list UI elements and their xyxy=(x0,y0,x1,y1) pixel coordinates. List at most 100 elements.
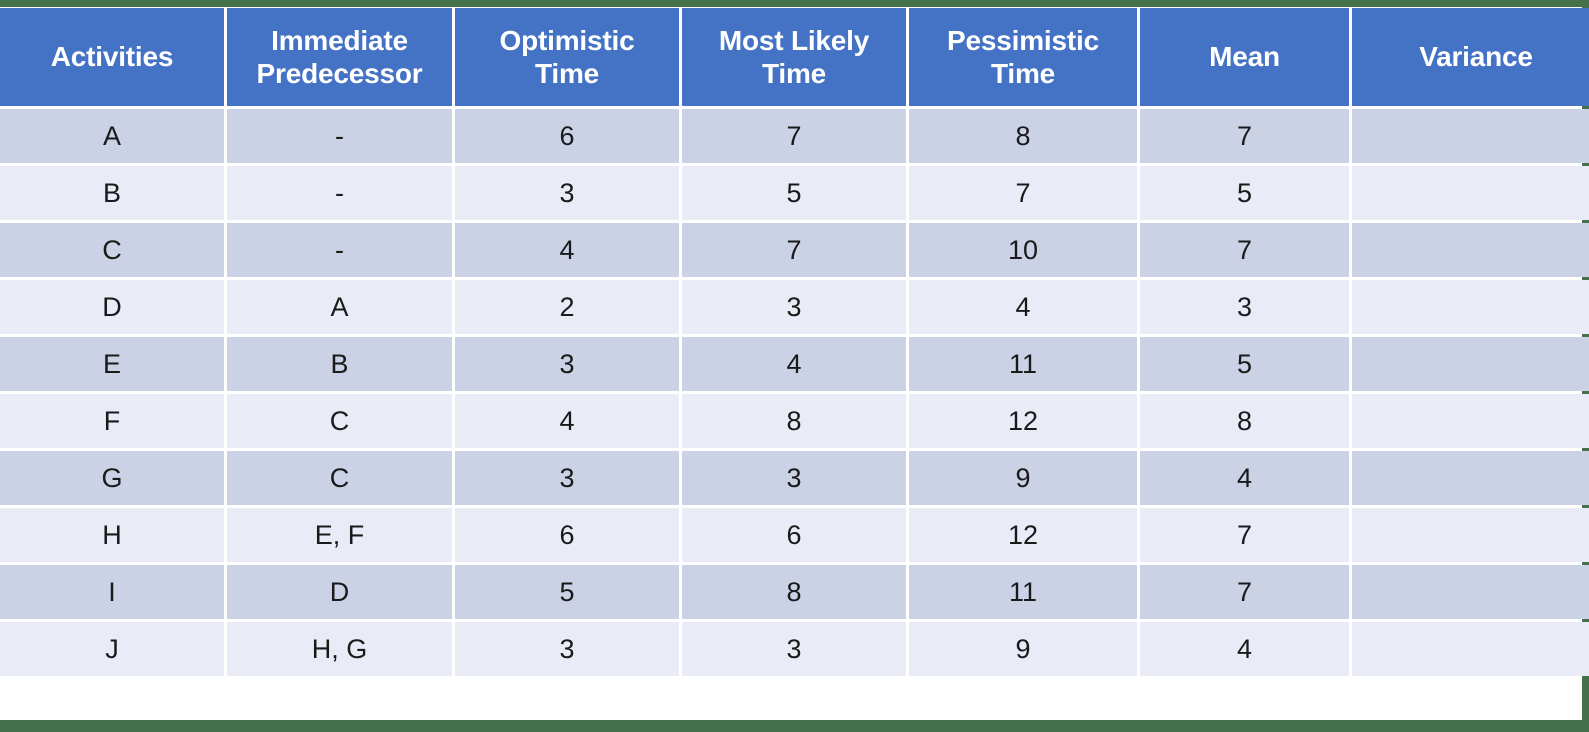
table-row: J H, G3394 xyxy=(0,622,1589,676)
cell-pessimistic: 11 xyxy=(909,565,1137,619)
cell-pessimistic: 9 xyxy=(909,622,1137,676)
cell-variance xyxy=(1352,109,1589,163)
cell-predecessor: - xyxy=(227,223,452,277)
column-header-line: Time xyxy=(761,58,827,89)
table-row: C -4 7 10 7 xyxy=(0,223,1589,277)
cell-mean: 7 xyxy=(1140,223,1349,277)
column-header-optimistic: Optimistic Time xyxy=(455,8,679,106)
table-row: GC3394 xyxy=(0,451,1589,505)
cell-predecessor: E, F xyxy=(227,508,452,562)
cell-activity: F xyxy=(0,394,224,448)
cell-activity: J xyxy=(0,622,224,676)
cell-predecessor: C xyxy=(227,394,452,448)
cell-predecessor: H, G xyxy=(227,622,452,676)
cell-mean: 8 xyxy=(1140,394,1349,448)
cell-optimistic: 6 xyxy=(455,508,679,562)
table-row: A-6787 xyxy=(0,109,1589,163)
cell-activity: I xyxy=(0,565,224,619)
cell-optimistic: 4 xyxy=(455,223,679,277)
cell-mostlikely: 7 xyxy=(682,223,906,277)
column-header-line: Optimistic xyxy=(499,24,635,56)
cell-optimistic: 3 xyxy=(455,451,679,505)
cell-activity: G xyxy=(0,451,224,505)
cell-optimistic: 2 xyxy=(455,280,679,334)
cell-variance xyxy=(1352,394,1589,448)
cell-optimistic: 5 xyxy=(455,565,679,619)
column-header-line: Immediate xyxy=(271,24,408,56)
column-header-variance: Variance xyxy=(1352,8,1589,106)
pert-activity-table: Activities Immediate Predecessor Optimist… xyxy=(0,5,1589,679)
cell-predecessor: - xyxy=(227,109,452,163)
cell-variance xyxy=(1352,337,1589,391)
cell-activity: E xyxy=(0,337,224,391)
cell-predecessor: D xyxy=(227,565,452,619)
table-row: DA2343 xyxy=(0,280,1589,334)
table-page: Activities Immediate Predecessor Optimist… xyxy=(0,0,1589,732)
cell-mean: 4 xyxy=(1140,451,1349,505)
cell-variance xyxy=(1352,280,1589,334)
cell-optimistic: 3 xyxy=(455,337,679,391)
cell-predecessor: - xyxy=(227,166,452,220)
column-header-pessimistic: Pessimistic Time xyxy=(909,8,1137,106)
cell-mean: 7 xyxy=(1140,565,1349,619)
cell-predecessor: B xyxy=(227,337,452,391)
table-row: F C 4 8 12 8 xyxy=(0,394,1589,448)
column-header-most-likely: Most Likely Time xyxy=(682,8,906,106)
cell-predecessor: A xyxy=(227,280,452,334)
cell-mostlikely: 8 xyxy=(682,394,906,448)
column-header-line: Pessimistic xyxy=(947,24,1099,56)
column-header-mean: Mean xyxy=(1140,8,1349,106)
column-header-activities: Activities xyxy=(0,8,224,106)
cell-mostlikely: 3 xyxy=(682,451,906,505)
cell-optimistic: 6 xyxy=(455,109,679,163)
cell-pessimistic: 7 xyxy=(909,166,1137,220)
column-header-line: Variance xyxy=(1419,41,1533,73)
cell-pessimistic: 12 xyxy=(909,508,1137,562)
table-row: E B 3 4 11 5 xyxy=(0,337,1589,391)
cell-variance xyxy=(1352,508,1589,562)
cell-mean: 4 xyxy=(1140,622,1349,676)
cell-optimistic: 4 xyxy=(455,394,679,448)
cell-mean: 7 xyxy=(1140,508,1349,562)
column-header-line: Time xyxy=(534,58,600,89)
cell-mean: 5 xyxy=(1140,337,1349,391)
column-header-line: Time xyxy=(990,58,1056,89)
table-body: A-6787 B-3575 C -4 7 10 7 DA2343 E B 3 4 11 5 FC4… xyxy=(0,109,1589,676)
column-header-line: Predecessor xyxy=(256,58,423,89)
cell-mostlikely: 7 xyxy=(682,109,906,163)
cell-activity: A xyxy=(0,109,224,163)
cell-activity: B xyxy=(0,166,224,220)
cell-mostlikely: 4 xyxy=(682,337,906,391)
column-header-line: Most Likely xyxy=(718,24,870,56)
cell-mean: 3 xyxy=(1140,280,1349,334)
column-header-predecessor: Immediate Predecessor xyxy=(227,8,452,106)
cell-pessimistic: 12 xyxy=(909,394,1137,448)
cell-mean: 7 xyxy=(1140,109,1349,163)
cell-mean: 5 xyxy=(1140,166,1349,220)
table-header: Activities Immediate Predecessor Optimist… xyxy=(0,8,1589,106)
cell-predecessor: C xyxy=(227,451,452,505)
cell-mostlikely: 3 xyxy=(682,280,906,334)
column-header-line: Mean xyxy=(1209,41,1280,73)
cell-mostlikely: 8 xyxy=(682,565,906,619)
cell-activity: C xyxy=(0,223,224,277)
table-row: H E, F 6 6 12 7 xyxy=(0,508,1589,562)
column-header-line: Activities xyxy=(50,41,174,73)
cell-activity: D xyxy=(0,280,224,334)
cell-optimistic: 3 xyxy=(455,166,679,220)
cell-mostlikely: 5 xyxy=(682,166,906,220)
cell-mostlikely: 3 xyxy=(682,622,906,676)
cell-activity: H xyxy=(0,508,224,562)
cell-pessimistic: 9 xyxy=(909,451,1137,505)
table-row: I D 5 8 11 7 xyxy=(0,565,1589,619)
cell-variance xyxy=(1352,451,1589,505)
cell-optimistic: 3 xyxy=(455,622,679,676)
cell-mostlikely: 6 xyxy=(682,508,906,562)
cell-pessimistic: 8 xyxy=(909,109,1137,163)
cell-pessimistic: 10 xyxy=(909,223,1137,277)
cell-variance xyxy=(1352,166,1589,220)
cell-variance xyxy=(1352,565,1589,619)
cell-pessimistic: 11 xyxy=(909,337,1137,391)
table-row: B-3575 xyxy=(0,166,1589,220)
table-header-row: Activities Immediate Predecessor Optimist… xyxy=(0,8,1589,106)
